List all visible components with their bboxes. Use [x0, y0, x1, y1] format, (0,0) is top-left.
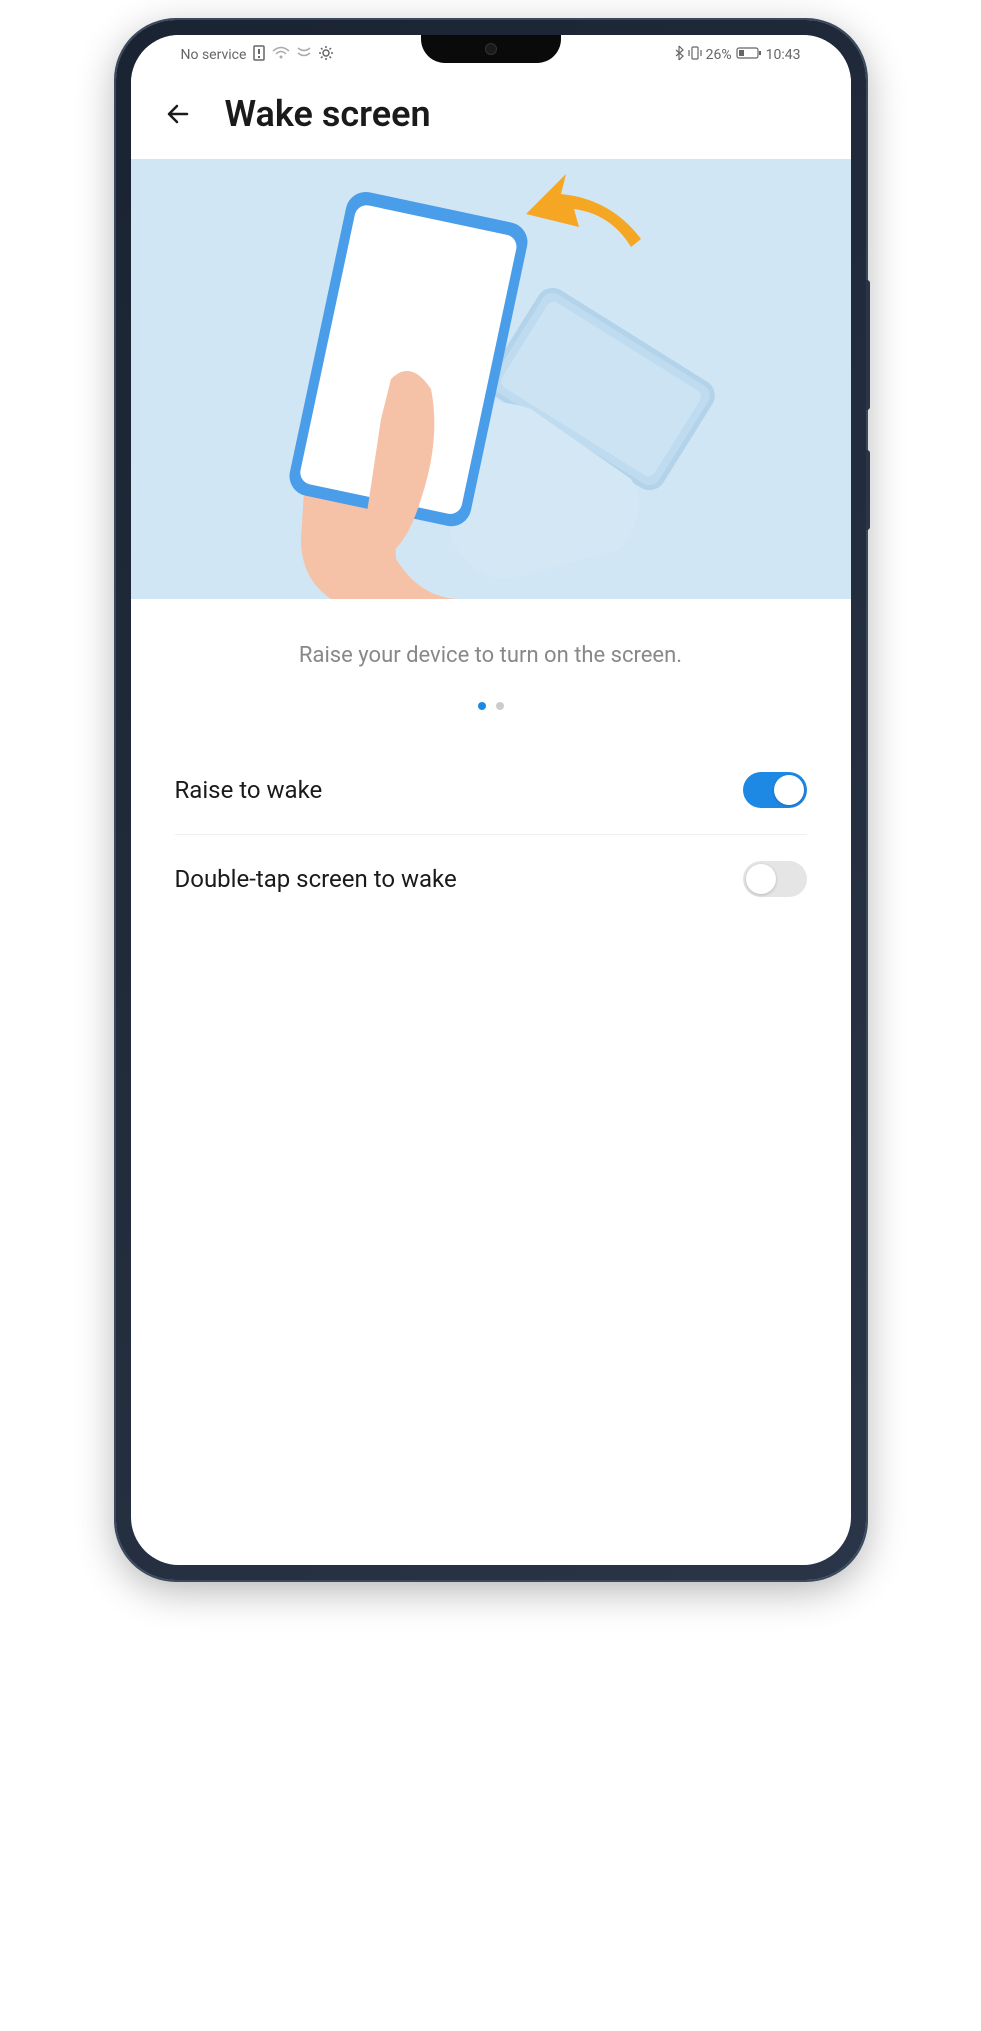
header-bar: Wake screen — [131, 75, 851, 159]
wifi-icon — [272, 46, 290, 64]
vibrate-icon — [688, 45, 702, 65]
raise-to-wake-toggle[interactable] — [743, 772, 807, 808]
toggle-knob — [746, 864, 776, 894]
setting-raise-to-wake: Raise to wake — [175, 746, 807, 835]
toggle-knob — [774, 775, 804, 805]
screen: No service — [131, 35, 851, 1565]
bluetooth-icon — [674, 45, 684, 65]
phone-frame: No service — [116, 20, 866, 1580]
front-camera — [485, 43, 497, 55]
carrier-text: No service — [181, 47, 247, 63]
data-icon — [296, 46, 312, 64]
notch — [421, 35, 561, 63]
pager-dots[interactable] — [131, 702, 851, 746]
illustration-caption: Raise your device to turn on the screen. — [131, 599, 851, 702]
gear-icon — [318, 45, 334, 65]
settings-list: Raise to wake Double-tap screen to wake — [131, 746, 851, 923]
page-title: Wake screen — [225, 93, 431, 135]
raise-to-wake-illustration — [131, 159, 851, 599]
back-button[interactable] — [161, 96, 197, 132]
pager-dot-1 — [496, 702, 504, 710]
clock: 10:43 — [766, 47, 801, 63]
sim-alert-icon — [252, 45, 266, 65]
setting-label: Double-tap screen to wake — [175, 865, 457, 893]
power-button[interactable] — [866, 450, 870, 530]
pager-dot-0 — [478, 702, 486, 710]
battery-percent: 26% — [706, 47, 732, 63]
setting-label: Raise to wake — [175, 776, 323, 804]
battery-icon — [736, 46, 762, 64]
setting-double-tap-wake: Double-tap screen to wake — [175, 835, 807, 923]
double-tap-wake-toggle[interactable] — [743, 861, 807, 897]
volume-button[interactable] — [866, 280, 870, 410]
